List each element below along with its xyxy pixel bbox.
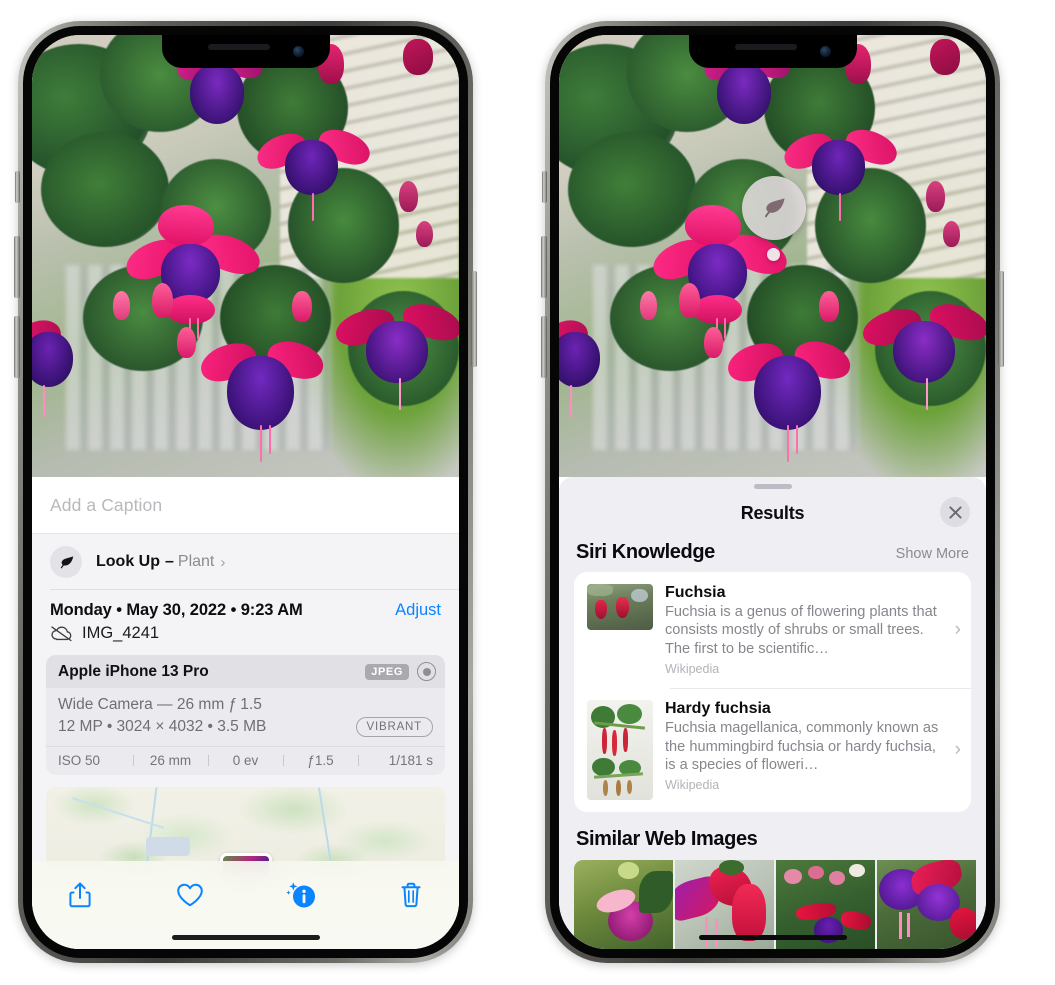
close-button[interactable] — [940, 497, 970, 527]
item-description: Fuchsia magellanica, commonly known as t… — [665, 720, 939, 773]
left-phone-screen: Add a Caption ✦ ✦ Look Up – — [32, 35, 459, 949]
lens-line: Wide Camera — 26 mm ƒ 1.5 — [58, 696, 262, 713]
similar-image-4[interactable] — [877, 860, 976, 949]
format-badge: JPEG — [365, 663, 409, 680]
results-header: Results — [559, 489, 986, 537]
visual-look-up-anchor-dot — [767, 248, 780, 261]
item-title: Fuchsia — [665, 584, 726, 601]
front-camera-icon — [292, 46, 304, 57]
hardy-fuchsia-thumbnail — [587, 700, 653, 801]
camera-card-header: Apple iPhone 13 Pro JPEG — [46, 655, 445, 688]
chevron-right-icon: › — [220, 553, 226, 571]
look-up-title: Look Up — [96, 553, 160, 570]
power-button[interactable] — [998, 271, 1004, 367]
file-name: IMG_4241 — [82, 624, 160, 642]
size-line: 12 MP • 3024 × 4032 • 3.5 MB — [58, 718, 267, 735]
camera-info-card[interactable]: Apple iPhone 13 Pro JPEG Wide Camera — 2… — [46, 655, 445, 775]
left-phone-bezel: Add a Caption ✦ ✦ Look Up – — [23, 26, 468, 958]
chevron-right-icon: › — [954, 739, 961, 761]
similar-web-images-header: Similar Web Images — [559, 812, 986, 860]
silent-switch[interactable] — [542, 171, 547, 203]
list-item[interactable]: Hardy fuchsia Fuchsia magellanica, commo… — [574, 688, 971, 812]
power-button[interactable] — [471, 271, 477, 367]
section-title: Siri Knowledge — [576, 541, 715, 563]
photo-date: Monday • May 30, 2022 • 9:23 AM — [50, 601, 303, 619]
left-phone-device: Add a Caption ✦ ✦ Look Up – — [14, 21, 477, 963]
hdr-circle-icon — [417, 662, 436, 681]
item-source: Wikipedia — [665, 662, 720, 677]
item-title: Hardy fuchsia — [665, 700, 771, 718]
right-phone-device: Results Siri Knowledge Show More Fuchsia… — [541, 21, 1004, 963]
siri-knowledge-card: Fuchsia Fuchsia is a genus of flowering … — [574, 572, 971, 813]
exif-row: ISO 50 26 mm 0 ev ƒ1.5 1/181 s — [46, 746, 445, 775]
caption-input[interactable]: Add a Caption — [50, 495, 162, 516]
exif-focal: 26 mm — [133, 753, 208, 768]
exif-aperture: ƒ1.5 — [283, 753, 358, 768]
list-item[interactable]: Fuchsia Fuchsia is a genus of flowering … — [574, 572, 971, 688]
style-badge: VIBRANT — [355, 717, 433, 737]
right-phone-screen: Results Siri Knowledge Show More Fuchsia… — [559, 35, 986, 949]
share-button[interactable] — [58, 875, 102, 915]
info-button[interactable] — [279, 875, 323, 915]
exif-shutter: 1/181 s — [358, 753, 433, 768]
home-indicator[interactable] — [698, 935, 847, 940]
fuchsia-flowers-photo — [32, 35, 459, 477]
volume-down-button[interactable] — [14, 316, 20, 378]
caption-input-row[interactable]: Add a Caption — [32, 477, 459, 534]
home-indicator[interactable] — [171, 935, 320, 940]
leaf-icon — [50, 546, 82, 578]
exif-iso: ISO 50 — [58, 753, 101, 768]
notch — [688, 35, 857, 68]
photo-viewer[interactable] — [559, 35, 986, 477]
volume-up-button[interactable] — [14, 236, 20, 298]
delete-button[interactable] — [389, 875, 433, 915]
visual-look-up-badge[interactable] — [742, 176, 806, 240]
screenshot-stage: Add a Caption ✦ ✦ Look Up – — [0, 0, 1055, 985]
file-row: IMG_4241 — [32, 620, 459, 643]
volume-up-button[interactable] — [541, 236, 547, 298]
similar-image-1[interactable] — [574, 860, 673, 949]
look-up-dash: – — [165, 553, 174, 570]
volume-down-button[interactable] — [541, 316, 547, 378]
look-up-row[interactable]: ✦ ✦ Look Up – Plant › — [32, 528, 459, 590]
photo-info-sheet: Add a Caption ✦ ✦ Look Up – — [32, 477, 459, 949]
photo-viewer[interactable] — [32, 35, 459, 477]
earpiece-speaker — [734, 44, 797, 50]
earpiece-speaker — [207, 44, 270, 50]
adjust-button[interactable]: Adjust — [395, 601, 441, 620]
notch — [161, 35, 330, 68]
exif-exposure: 0 ev — [208, 753, 283, 768]
section-title: Similar Web Images — [576, 828, 758, 851]
date-row: Monday • May 30, 2022 • 9:23 AM Adjust — [32, 590, 459, 620]
camera-model: Apple iPhone 13 Pro — [58, 662, 209, 680]
right-phone-bezel: Results Siri Knowledge Show More Fuchsia… — [550, 26, 995, 958]
item-source: Wikipedia — [665, 778, 720, 793]
favorite-button[interactable] — [168, 875, 212, 915]
silent-switch[interactable] — [15, 171, 20, 203]
results-title: Results — [740, 502, 805, 523]
look-up-subject: Plant — [177, 553, 215, 570]
chevron-right-icon: › — [954, 619, 961, 641]
fuchsia-thumbnail — [587, 584, 653, 630]
show-more-button[interactable]: Show More — [896, 546, 969, 562]
item-description: Fuchsia is a genus of flowering plants t… — [665, 604, 937, 657]
front-camera-icon — [819, 46, 831, 57]
camera-card-body: Wide Camera — 26 mm ƒ 1.5 12 MP • 3024 ×… — [46, 688, 445, 746]
cloud-slash-icon — [50, 625, 73, 642]
results-sheet: Results Siri Knowledge Show More Fuchsia… — [559, 477, 986, 949]
siri-knowledge-header: Siri Knowledge Show More — [559, 537, 986, 572]
